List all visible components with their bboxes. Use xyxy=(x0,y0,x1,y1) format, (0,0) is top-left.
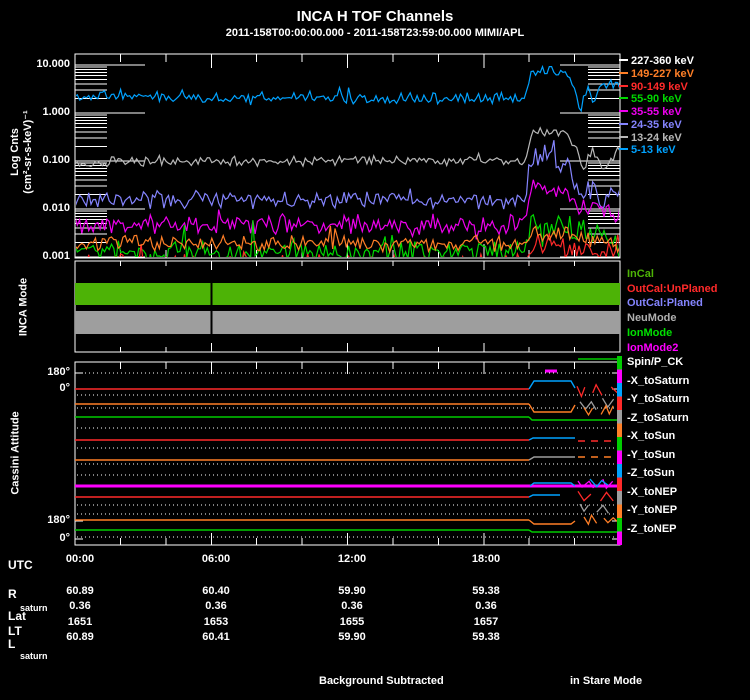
legend-color-dash xyxy=(619,123,628,125)
attitude-ytick-label: 180° xyxy=(8,514,70,527)
legend-item-inca-mode: OutCal:UnPlaned xyxy=(627,283,717,295)
info-row-label: L xyxy=(8,638,15,651)
legend-item-inca-mode: OutCal:Planed xyxy=(627,297,703,309)
info-row-label: Lat xyxy=(8,610,26,623)
tof-ytick-label: 1.000 xyxy=(8,106,70,119)
attitude-trace-label: Spin/P_CK xyxy=(627,356,683,368)
utc-tick-label: 00:00 xyxy=(45,553,115,566)
tof-ytick-label: 0.010 xyxy=(8,202,70,215)
legend-color-dash xyxy=(619,136,628,138)
attitude-trace-label: -Y_toNEP xyxy=(627,504,677,516)
legend-item-inca-mode: IonMode2 xyxy=(627,342,678,354)
legend-label: 24-35 keV xyxy=(631,119,682,131)
info-value: 0.36 xyxy=(181,600,251,613)
info-value: 1653 xyxy=(181,616,251,629)
legend-item-energy-channel: 149-227 keV xyxy=(619,68,694,80)
legend-item-energy-channel: 13-24 keV xyxy=(619,132,682,144)
legend-item-energy-channel: 24-35 keV xyxy=(619,119,682,131)
legend-item-inca-mode: IonMode xyxy=(627,327,672,339)
attitude-ytick-label: 0° xyxy=(8,532,70,545)
legend-label: 90-149 keV xyxy=(631,81,688,93)
plot-stage: INCA H TOF Channels 2011-158T00:00:00.00… xyxy=(0,0,750,700)
info-value: 59.90 xyxy=(317,631,387,644)
legend-color-dash xyxy=(619,85,628,87)
tof-y-axis-label: Log Cnts (cm²-sr-s-keV)⁻¹ xyxy=(9,110,35,193)
info-value: 60.41 xyxy=(181,631,251,644)
attitude-trace-label: -X_toNEP xyxy=(627,486,677,498)
legend-color-dash xyxy=(619,110,628,112)
tof-ytick-label: 0.100 xyxy=(8,154,70,167)
legend-label: 35-55 keV xyxy=(631,106,682,118)
info-value: 59.38 xyxy=(451,585,521,598)
legend-item-inca-mode: NeuMode xyxy=(627,312,677,324)
legend-color-dash xyxy=(619,97,628,99)
legend-color-dash xyxy=(619,148,628,150)
legend-item-inca-mode: InCal xyxy=(627,268,654,280)
legend-color-dash xyxy=(619,72,628,74)
attitude-trace-label: -X_toSun xyxy=(627,430,675,442)
tof-ytick-label: 0.001 xyxy=(8,250,70,263)
legend-label: 227-360 keV xyxy=(631,55,694,67)
legend-item-energy-channel: 35-55 keV xyxy=(619,106,682,118)
info-value: 60.89 xyxy=(45,585,115,598)
attitude-trace-label: -Y_toSaturn xyxy=(627,393,689,405)
info-value: 1657 xyxy=(451,616,521,629)
utc-tick-label: 18:00 xyxy=(451,553,521,566)
mode-y-axis-label: INCA Mode xyxy=(18,278,31,336)
info-row-label: R xyxy=(8,588,17,601)
info-row-label: UTC xyxy=(8,559,33,572)
legend-item-energy-channel: 5-13 keV xyxy=(619,144,676,156)
info-value: 0.36 xyxy=(451,600,521,613)
footer-note-right: in Stare Mode xyxy=(570,675,642,688)
utc-tick-label: 06:00 xyxy=(181,553,251,566)
attitude-y-axis-label: Cassini Attitude xyxy=(10,411,23,494)
legend-color-dash xyxy=(619,59,628,61)
info-value: 59.90 xyxy=(317,585,387,598)
info-value: 0.36 xyxy=(317,600,387,613)
utc-tick-label: 12:00 xyxy=(317,553,387,566)
info-value: 1651 xyxy=(45,616,115,629)
footer-note-left: Background Subtracted xyxy=(319,675,444,688)
legend-item-energy-channel: 227-360 keV xyxy=(619,55,694,67)
attitude-trace-label: -Z_toNEP xyxy=(627,523,677,535)
attitude-ytick-label: 180° xyxy=(8,366,70,379)
attitude-trace-label: -Y_toSun xyxy=(627,449,675,461)
legend-item-energy-channel: 55-90 keV xyxy=(619,93,682,105)
info-row-label-subscript: saturn xyxy=(20,651,48,661)
info-value: 1655 xyxy=(317,616,387,629)
legend-label: 13-24 keV xyxy=(631,132,682,144)
tof-ytick-label: 10.000 xyxy=(8,58,70,71)
attitude-trace-label: -Z_toSaturn xyxy=(627,412,689,424)
legend-item-energy-channel: 90-149 keV xyxy=(619,81,688,93)
legend-label: 55-90 keV xyxy=(631,93,682,105)
info-value: 60.89 xyxy=(45,631,115,644)
attitude-trace-label: -X_toSaturn xyxy=(627,375,689,387)
info-value: 59.38 xyxy=(451,631,521,644)
legend-label: 5-13 keV xyxy=(631,144,676,156)
info-value: 0.36 xyxy=(45,600,115,613)
legend-label: 149-227 keV xyxy=(631,68,694,80)
attitude-ytick-label: 0° xyxy=(8,382,70,395)
info-value: 60.40 xyxy=(181,585,251,598)
attitude-trace-label: -Z_toSun xyxy=(627,467,675,479)
